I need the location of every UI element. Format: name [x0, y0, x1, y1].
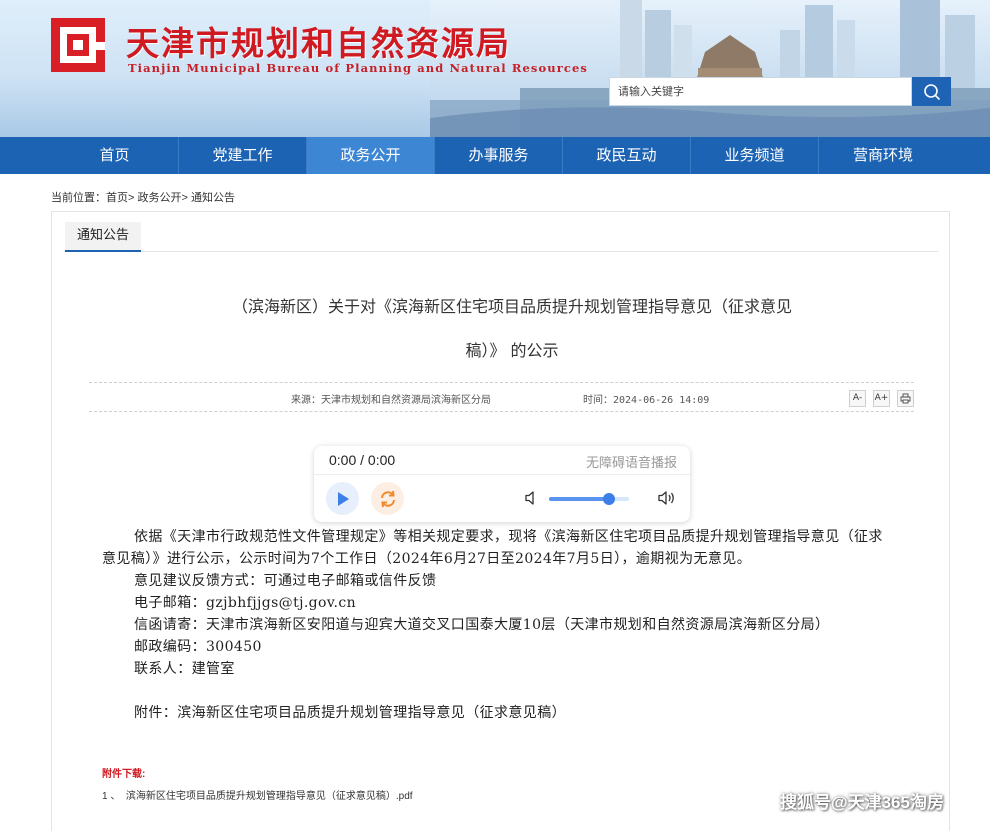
main-nav: 首页 党建工作 政务公开 办事服务 政民互动 业务频道 营商环境 — [0, 137, 990, 174]
article-body: 依据《天津市行政规范性文件管理规定》等相关规定要求，现将《滨海新区住宅项目品质提… — [102, 526, 892, 724]
breadcrumb-separator: > — [128, 192, 135, 204]
player-time: 0:00 / 0:00 — [329, 452, 396, 468]
tab-notices[interactable]: 通知公告 — [65, 222, 142, 252]
attachment-link[interactable]: 滨海新区住宅项目品质提升规划管理指导意见（征求意见稿）.pdf — [126, 791, 413, 802]
body-contact: 联系人：建管室 — [134, 661, 235, 677]
body-email: 电子邮箱：gzjbhfjjgs@tj.gov.cn — [134, 595, 357, 611]
body-spacer — [102, 680, 892, 702]
volume-low-icon[interactable] — [524, 490, 538, 506]
breadcrumb-label: 当前位置： — [51, 192, 106, 204]
attachments-heading: 附件下载: — [102, 769, 146, 780]
font-smaller-label: A- — [852, 393, 863, 403]
audio-player: 0:00 / 0:00 无障碍语音播报 — [314, 446, 690, 522]
site-title: 天津市规划和自然资源局 — [126, 24, 511, 63]
volume-slider[interactable] — [549, 493, 629, 505]
search-input[interactable] — [609, 77, 912, 106]
article-title-line-2: 稿）》 的公示 — [465, 341, 559, 360]
accessibility-audio-label: 无障碍语音播报 — [585, 456, 677, 471]
nav-item-services[interactable]: 办事服务 — [435, 137, 563, 174]
article-time: 时间：2024-06-26 14:09 — [583, 395, 710, 406]
article-title-line-1: （滨海新区）关于对《滨海新区住宅项目品质提升规划管理指导意见（征求意见 — [231, 297, 792, 316]
volume-high-icon[interactable] — [657, 490, 677, 506]
article-title: （滨海新区）关于对《滨海新区住宅项目品质提升规划管理指导意见（征求意见 稿）》 … — [182, 285, 842, 373]
search-bar — [609, 77, 951, 106]
bureau-logo-icon[interactable] — [51, 18, 105, 72]
refresh-icon — [380, 490, 395, 507]
search-icon — [923, 83, 940, 100]
player-divider — [314, 474, 690, 475]
font-larger-label: A+ — [874, 393, 889, 403]
body-attachment-note: 附件：滨海新区住宅项目品质提升规划管理指导意见（征求意见稿） — [134, 705, 566, 721]
nav-item-business-channel[interactable]: 业务频道 — [691, 137, 819, 174]
nav-item-business-environment[interactable]: 营商环境 — [819, 137, 947, 174]
replay-button[interactable] — [371, 482, 404, 515]
article-container: 通知公告 （滨海新区）关于对《滨海新区住宅项目品质提升规划管理指导意见（征求意见… — [51, 211, 950, 831]
breadcrumb-separator: > — [181, 192, 188, 204]
article-meta: 来源：天津市规划和自然资源局滨海新区分局 时间：2024-06-26 14:09… — [89, 382, 914, 412]
site-header: 天津市规划和自然资源局 Tianjin Municipal Bureau of … — [0, 0, 990, 137]
volume-fill — [549, 497, 609, 501]
watermark-text: 搜狐号@天津365淘房 — [780, 793, 944, 812]
play-icon — [337, 491, 349, 506]
body-feedback-method: 意见建议反馈方式：可通过电子邮箱或信件反馈 — [134, 573, 437, 589]
nav-item-home[interactable]: 首页 — [51, 137, 179, 174]
breadcrumb: 当前位置：首页> 政务公开> 通知公告 — [51, 189, 235, 205]
nav-item-interaction[interactable]: 政民互动 — [563, 137, 691, 174]
body-mailing-address: 信函请寄：天津市滨海新区安阳道与迎宾大道交叉口国泰大厦10层（天津市规划和自然资… — [134, 617, 830, 633]
print-icon — [900, 393, 911, 404]
nav-item-party-building[interactable]: 党建工作 — [179, 137, 307, 174]
play-button[interactable] — [326, 482, 359, 515]
nav-item-government-affairs[interactable]: 政务公开 — [307, 137, 435, 174]
breadcrumb-home-link[interactable]: 首页 — [106, 192, 128, 204]
breadcrumb-notice-link[interactable]: 通知公告 — [191, 192, 235, 204]
breadcrumb-government-link[interactable]: 政务公开 — [138, 192, 182, 204]
article-source: 来源：天津市规划和自然资源局滨海新区分局 — [291, 395, 491, 406]
font-smaller-button[interactable]: A- — [849, 390, 866, 407]
font-larger-button[interactable]: A+ — [873, 390, 890, 407]
site-subtitle: Tianjin Municipal Bureau of Planning and… — [128, 61, 588, 75]
print-button[interactable] — [897, 390, 914, 407]
body-postal-code: 邮政编码：300450 — [134, 639, 262, 655]
search-button[interactable] — [912, 77, 951, 106]
attachment-item: 1 、 滨海新区住宅项目品质提升规划管理指导意见（征求意见稿）.pdf — [102, 787, 413, 802]
tab-bar: 通知公告 — [64, 222, 938, 252]
attachment-index: 1 、 — [102, 791, 121, 802]
body-paragraph-notice: 依据《天津市行政规范性文件管理规定》等相关规定要求，现将《滨海新区住宅项目品质提… — [102, 529, 883, 567]
volume-handle[interactable] — [603, 493, 615, 505]
